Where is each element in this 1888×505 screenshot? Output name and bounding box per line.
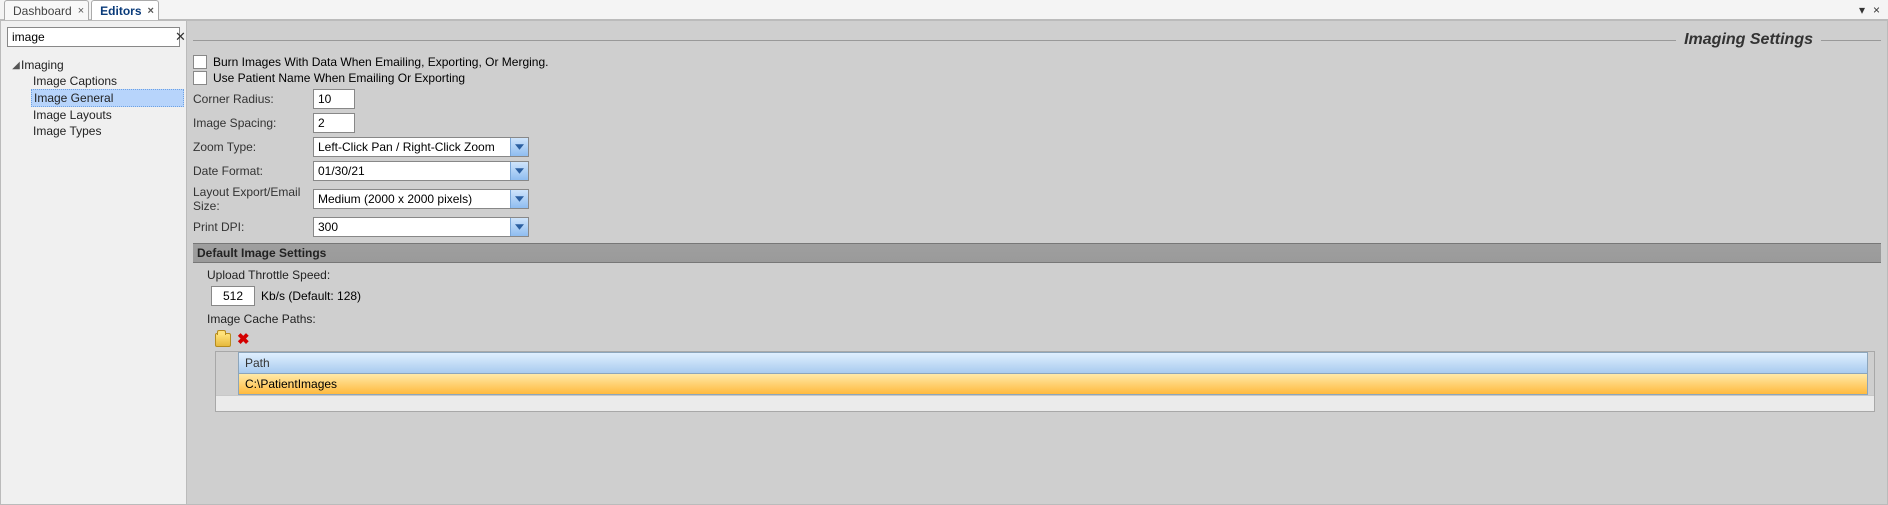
zoom-type-select[interactable]: Left-Click Pan / Right-Click Zoom [313,137,529,157]
overflow-icon[interactable]: ▾ [1859,3,1865,17]
zoom-type-label: Zoom Type: [193,140,313,154]
close-icon[interactable]: × [148,5,154,17]
section-default-image-settings: Default Image Settings [193,243,1881,263]
folder-open-icon[interactable] [215,333,231,347]
page-title: Imaging Settings [1676,31,1821,49]
chevron-down-icon[interactable] [510,162,528,180]
select-value: Left-Click Pan / Right-Click Zoom [314,140,510,154]
image-spacing-input[interactable] [313,113,355,133]
tab-label: Editors [100,4,141,18]
layout-size-select[interactable]: Medium (2000 x 2000 pixels) [313,189,529,209]
tab-strip: Dashboard × Editors × ▾ × [0,0,1888,20]
select-value: 01/30/21 [314,164,510,178]
grid-row[interactable]: C:\PatientImages [239,374,1867,394]
close-icon[interactable]: × [78,5,84,17]
grid-column-header[interactable]: Path [239,353,1867,374]
cache-paths-grid: Path C:\PatientImages [215,351,1875,412]
tab-dashboard[interactable]: Dashboard × [4,0,89,20]
tree-node-imaging[interactable]: ◢ Imaging [11,57,184,73]
tree-item-image-layouts[interactable]: Image Layouts [31,107,184,123]
layout-size-label: Layout Export/Email Size: [193,185,313,213]
chevron-down-icon[interactable] [510,138,528,156]
tab-label: Dashboard [13,4,72,18]
upload-throttle-label: Upload Throttle Speed: [193,266,1881,286]
date-format-label: Date Format: [193,164,313,178]
cache-paths-label: Image Cache Paths: [193,310,1881,330]
grid-empty-area [216,395,1874,411]
tree-item-image-types[interactable]: Image Types [31,123,184,139]
upload-throttle-input[interactable] [211,286,255,306]
main-panel: Imaging Settings Burn Images With Data W… [187,21,1887,504]
corner-radius-label: Corner Radius: [193,92,313,106]
search-box: ✕ [7,27,180,47]
caret-down-icon: ◢ [11,60,21,71]
burn-images-label: Burn Images With Data When Emailing, Exp… [213,55,548,69]
print-dpi-label: Print DPI: [193,220,313,234]
burn-images-checkbox[interactable] [193,55,207,69]
search-input[interactable] [8,28,171,46]
image-spacing-label: Image Spacing: [193,116,313,130]
tree-node-label: Imaging [21,58,64,72]
select-value: 300 [314,220,510,234]
sidebar: ✕ ◢ Imaging Image Captions Image General… [1,21,187,504]
print-dpi-select[interactable]: 300 [313,217,529,237]
use-patient-name-label: Use Patient Name When Emailing Or Export… [213,71,465,85]
divider [193,40,1676,41]
date-format-select[interactable]: 01/30/21 [313,161,529,181]
select-value: Medium (2000 x 2000 pixels) [314,192,510,206]
tab-editors[interactable]: Editors × [91,0,159,20]
chevron-down-icon[interactable] [510,218,528,236]
close-panel-icon[interactable]: × [1873,3,1880,17]
divider [1821,40,1881,41]
chevron-down-icon[interactable] [510,190,528,208]
use-patient-name-checkbox[interactable] [193,71,207,85]
corner-radius-input[interactable] [313,89,355,109]
upload-throttle-unit: Kb/s (Default: 128) [261,289,361,303]
panel-header: Imaging Settings [193,31,1881,49]
settings-tree: ◢ Imaging Image Captions Image General I… [1,53,186,143]
tree-item-image-captions[interactable]: Image Captions [31,73,184,89]
delete-icon[interactable]: ✖ [237,332,250,347]
tree-item-image-general[interactable]: Image General [31,89,184,107]
